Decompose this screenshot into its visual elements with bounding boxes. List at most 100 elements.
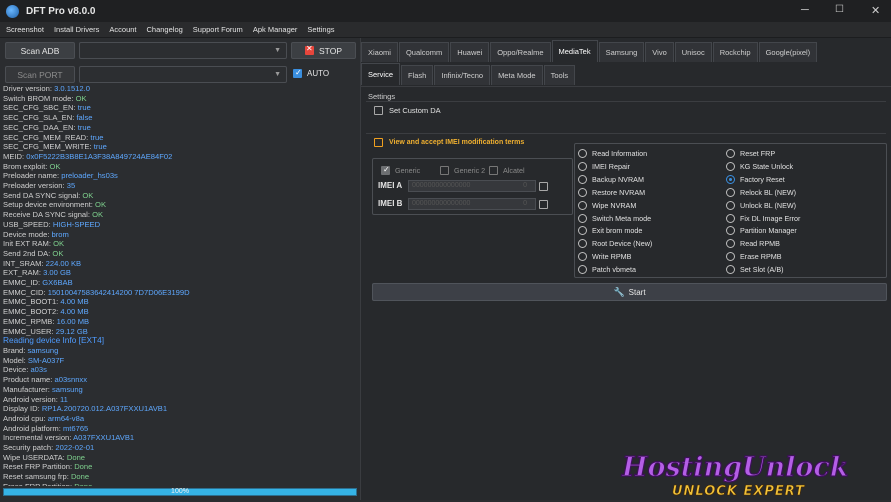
option-wipe-nvram[interactable]: Wipe NVRAM — [578, 200, 636, 210]
alcatel-label: Alcatel — [503, 166, 525, 175]
log-line: Init EXT RAM: OK — [3, 239, 358, 249]
imei-b-input[interactable]: 000000000000000 0 — [408, 198, 536, 210]
subtab-tools[interactable]: Tools — [543, 65, 576, 85]
imei-terms-checkbox[interactable]: View and accept IMEI modification terms — [374, 138, 524, 147]
tab-rockchip[interactable]: Rockchip — [712, 42, 758, 62]
stop-label: STOP — [319, 45, 342, 56]
tab-qualcomm[interactable]: Qualcomm — [398, 42, 450, 62]
imei-a-label: IMEI A — [378, 181, 403, 190]
option-imei-repair[interactable]: IMEI Repair — [578, 161, 630, 171]
option-reset-frp[interactable]: Reset FRP — [726, 149, 775, 158]
close-button[interactable]: ✕ — [871, 4, 880, 17]
scan-adb-button[interactable]: Scan ADB — [5, 42, 75, 59]
custom-da-label: Set Custom DA — [389, 106, 441, 115]
log-value: true — [90, 132, 104, 142]
radio-icon — [578, 187, 587, 197]
log-line: Driver version: 3.0.1512.0 — [3, 84, 358, 94]
tab-unisoc[interactable]: Unisoc — [674, 42, 712, 62]
imei-a-checkbox[interactable] — [539, 182, 548, 191]
maximize-button[interactable]: ☐ — [835, 4, 844, 15]
app-logo-icon — [6, 4, 19, 18]
adb-device-select[interactable]: ▼ — [79, 42, 287, 59]
divider — [366, 133, 886, 134]
chevron-down-icon: ▼ — [274, 47, 281, 54]
option-partition-manager[interactable]: Partition Manager — [726, 226, 797, 236]
checkbox-icon — [374, 106, 383, 115]
log-line: EXT_RAM: 3.00 GB — [3, 268, 358, 278]
log-value: Done — [74, 462, 93, 472]
generic-checkbox[interactable]: Generic — [381, 165, 420, 175]
menu-changelog[interactable]: Changelog — [147, 25, 183, 34]
subtab-service[interactable]: Service — [361, 63, 401, 85]
radio-icon — [578, 213, 587, 223]
imei-b-checkbox[interactable] — [539, 200, 548, 209]
option-unlock-bl-new[interactable]: Unlock BL (NEW) — [726, 200, 796, 210]
option-label: Fix DL Image Error — [740, 213, 801, 223]
menu-account[interactable]: Account — [109, 25, 136, 34]
log-key: EMMC_CID: — [3, 287, 48, 297]
log-line: Brom exploit: OK — [3, 162, 358, 172]
log-line: Reset samsung frp: Done — [3, 472, 358, 482]
stop-button[interactable]: ✕ STOP — [291, 42, 356, 59]
log-value: 224.00 KB — [45, 258, 82, 268]
menu-apk-manager[interactable]: Apk Manager — [253, 25, 298, 34]
menu-install-drivers[interactable]: Install Drivers — [54, 25, 99, 34]
tab-mediatek[interactable]: MediaTek — [551, 40, 598, 62]
subtab-meta-mode[interactable]: Meta Mode — [491, 65, 543, 85]
tab-xiaomi[interactable]: Xiaomi — [361, 42, 398, 62]
option-factory-reset[interactable]: Factory Reset — [726, 174, 785, 184]
menu-settings[interactable]: Settings — [307, 25, 334, 34]
menu-screenshot[interactable]: Screenshot — [6, 25, 44, 34]
auto-label: AUTO — [307, 69, 330, 78]
option-patch-vbmeta[interactable]: Patch vbmeta — [578, 265, 636, 275]
option-relock-bl-new[interactable]: Relock BL (NEW) — [726, 187, 796, 197]
scan-port-button[interactable]: Scan PORT — [5, 66, 75, 83]
log-output[interactable]: Driver version: 3.0.1512.0 Switch BROM mo… — [3, 84, 358, 486]
log-line: SEC_CFG_DAA_EN: true — [3, 123, 358, 133]
option-restore-nvram[interactable]: Restore NVRAM — [578, 187, 645, 197]
checkbox-icon — [489, 166, 498, 175]
radio-icon — [726, 239, 735, 249]
option-backup-nvram[interactable]: Backup NVRAM — [578, 174, 644, 184]
log-key: INT_SRAM: — [3, 258, 46, 268]
imei-a-input[interactable]: 000000000000000 0 — [408, 180, 536, 192]
log-key: EMMC_BOOT1: — [3, 297, 61, 307]
option-read-rpmb[interactable]: Read RPMB — [726, 239, 780, 249]
menu-bar: Screenshot Install Drivers Account Chang… — [0, 22, 891, 38]
option-label: Exit brom mode — [592, 226, 643, 236]
log-value: false — [76, 113, 93, 123]
log-value: OK — [53, 239, 65, 249]
subtab-flash[interactable]: Flash — [401, 65, 434, 85]
log-value: preloader_hs03s — [61, 171, 118, 181]
custom-da-checkbox[interactable]: Set Custom DA — [374, 106, 441, 115]
option-switch-meta-mode[interactable]: Switch Meta mode — [578, 213, 651, 223]
tab-google-pixel[interactable]: Google(pixel) — [758, 42, 818, 62]
tab-huawei[interactable]: Huawei — [450, 42, 490, 62]
auto-checkbox[interactable]: AUTO — [293, 68, 330, 78]
alcatel-checkbox[interactable]: Alcatel — [489, 166, 525, 175]
log-line: Android version: 11 — [3, 395, 358, 405]
generic2-checkbox[interactable]: Generic 2 — [440, 166, 485, 175]
option-label: Backup NVRAM — [592, 174, 644, 184]
stop-icon: ✕ — [305, 44, 314, 55]
option-erase-rpmb[interactable]: Erase RPMB — [726, 252, 782, 262]
start-button[interactable]: 🔧 Start — [372, 283, 887, 301]
option-fix-dl-image-error[interactable]: Fix DL Image Error — [726, 213, 801, 223]
option-set-slot-a-b[interactable]: Set Slot (A/B) — [726, 265, 784, 275]
option-kg-state-unlock[interactable]: KG State Unlock — [726, 161, 793, 171]
tab-oppo-realme[interactable]: Oppo/Realme — [490, 42, 551, 62]
menu-support-forum[interactable]: Support Forum — [193, 25, 243, 34]
minimize-button[interactable]: ─ — [801, 4, 809, 16]
log-key: Setup device environment: — [3, 200, 96, 210]
option-exit-brom-mode[interactable]: Exit brom mode — [578, 226, 643, 236]
option-read-information[interactable]: Read Information — [578, 149, 647, 158]
option-write-rpmb[interactable]: Write RPMB — [578, 252, 631, 262]
log-key: MEID: — [3, 151, 27, 161]
port-select[interactable]: ▼ — [79, 66, 287, 83]
tab-vivo[interactable]: Vivo — [645, 42, 674, 62]
log-key: Send 2nd DA: — [3, 248, 53, 258]
progress-label: 100% — [171, 488, 189, 495]
option-root-device-new[interactable]: Root Device (New) — [578, 239, 652, 249]
subtab-infinix-tecno[interactable]: Infinix/Tecno — [434, 65, 491, 85]
tab-samsung[interactable]: Samsung — [598, 42, 645, 62]
